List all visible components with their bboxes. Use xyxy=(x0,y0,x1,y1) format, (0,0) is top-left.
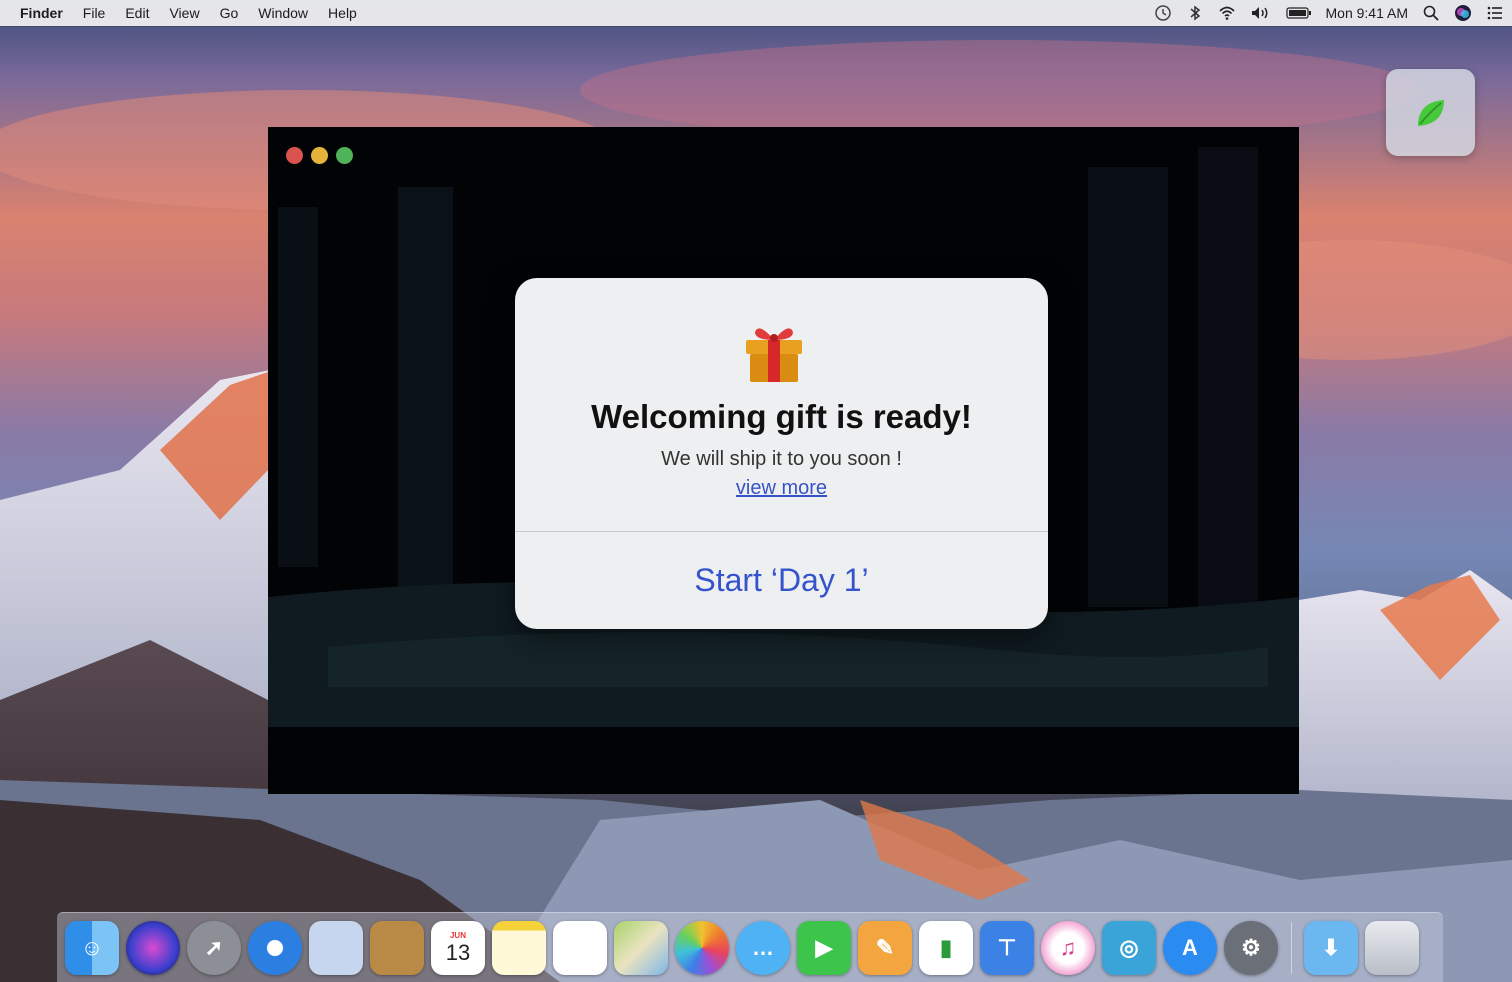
gift-icon xyxy=(746,328,802,382)
dock-pages-pen-icon[interactable]: ✎ xyxy=(858,921,912,975)
menu-bar: Finder File Edit View Go Window Help Mon… xyxy=(0,0,1512,26)
dock-bar-chart-icon[interactable]: ▮ xyxy=(919,921,973,975)
dock-speech-bubble-icon[interactable]: … xyxy=(736,921,790,975)
dock-video-camera-icon[interactable]: ▶ xyxy=(797,921,851,975)
dock-finder-icon[interactable]: ☺ xyxy=(65,921,119,975)
clock[interactable]: Mon 9:41 AM xyxy=(1326,5,1409,21)
dialog-title: Welcoming gift is ready! xyxy=(591,398,972,435)
menu-file[interactable]: File xyxy=(83,5,106,21)
calendar-day: 13 xyxy=(445,939,471,965)
dock-reminders-icon[interactable] xyxy=(553,921,607,975)
dock-siri-icon[interactable] xyxy=(126,921,180,975)
close-window-button[interactable] xyxy=(286,147,303,164)
siri-icon[interactable] xyxy=(1454,4,1472,22)
dock-podium-icon[interactable]: ⊤ xyxy=(980,921,1034,975)
window-controls xyxy=(286,147,353,164)
dock-trash-icon[interactable] xyxy=(1365,921,1419,975)
time-machine-icon[interactable] xyxy=(1154,4,1172,22)
zoom-window-button[interactable] xyxy=(336,147,353,164)
bluetooth-icon[interactable] xyxy=(1186,4,1204,22)
apple-menu-app-name[interactable]: Finder xyxy=(20,5,63,21)
leaf-icon xyxy=(1417,99,1444,126)
dock-map-icon[interactable] xyxy=(614,921,668,975)
spotlight-icon[interactable] xyxy=(1422,4,1440,22)
menu-view[interactable]: View xyxy=(169,5,199,21)
dock-calendar-icon[interactable]: JUN 13 xyxy=(431,921,485,975)
wifi-icon[interactable] xyxy=(1218,4,1236,22)
dock-music-note-icon[interactable]: ♫ xyxy=(1041,921,1095,975)
dock-notes-icon[interactable] xyxy=(492,921,546,975)
dock-gear-icon[interactable]: ⚙ xyxy=(1224,921,1278,975)
calendar-month: JUN xyxy=(449,930,466,940)
dock-separator xyxy=(1291,922,1292,974)
view-more-link[interactable]: view more xyxy=(515,477,1048,500)
dock-compass-icon[interactable] xyxy=(248,921,302,975)
volume-icon[interactable] xyxy=(1250,4,1272,22)
dock-downloads-folder-icon[interactable]: ⬇ xyxy=(1304,921,1358,975)
menu-edit[interactable]: Edit xyxy=(125,5,149,21)
dock-photos-flower-icon[interactable] xyxy=(675,921,729,975)
start-day-1-button[interactable]: Start ‘Day 1’ xyxy=(515,532,1048,629)
dock-spiral-icon[interactable]: ◎ xyxy=(1102,921,1156,975)
dock-eagle-stamp-icon[interactable] xyxy=(309,921,363,975)
notification-center-icon[interactable] xyxy=(1486,4,1504,22)
dock: ☺ ➚ JUN 13 … ▶ ✎ ▮ ⊤ ♫ ◎ A ⚙ ⬇ xyxy=(57,912,1443,982)
dock-contacts-book-icon[interactable] xyxy=(370,921,424,975)
menu-go[interactable]: Go xyxy=(220,5,239,21)
dock-app-store-a-icon[interactable]: A xyxy=(1163,921,1217,975)
welcome-gift-dialog: Welcoming gift is ready! We will ship it… xyxy=(515,278,1048,629)
menu-help[interactable]: Help xyxy=(328,5,357,21)
battery-icon[interactable] xyxy=(1285,4,1312,22)
leaf-app-widget[interactable] xyxy=(1386,69,1475,156)
minimize-window-button[interactable] xyxy=(311,147,328,164)
dialog-subtitle: We will ship it to you soon ! xyxy=(661,448,902,470)
dock-rocket-icon[interactable]: ➚ xyxy=(187,921,241,975)
menu-window[interactable]: Window xyxy=(258,5,308,21)
